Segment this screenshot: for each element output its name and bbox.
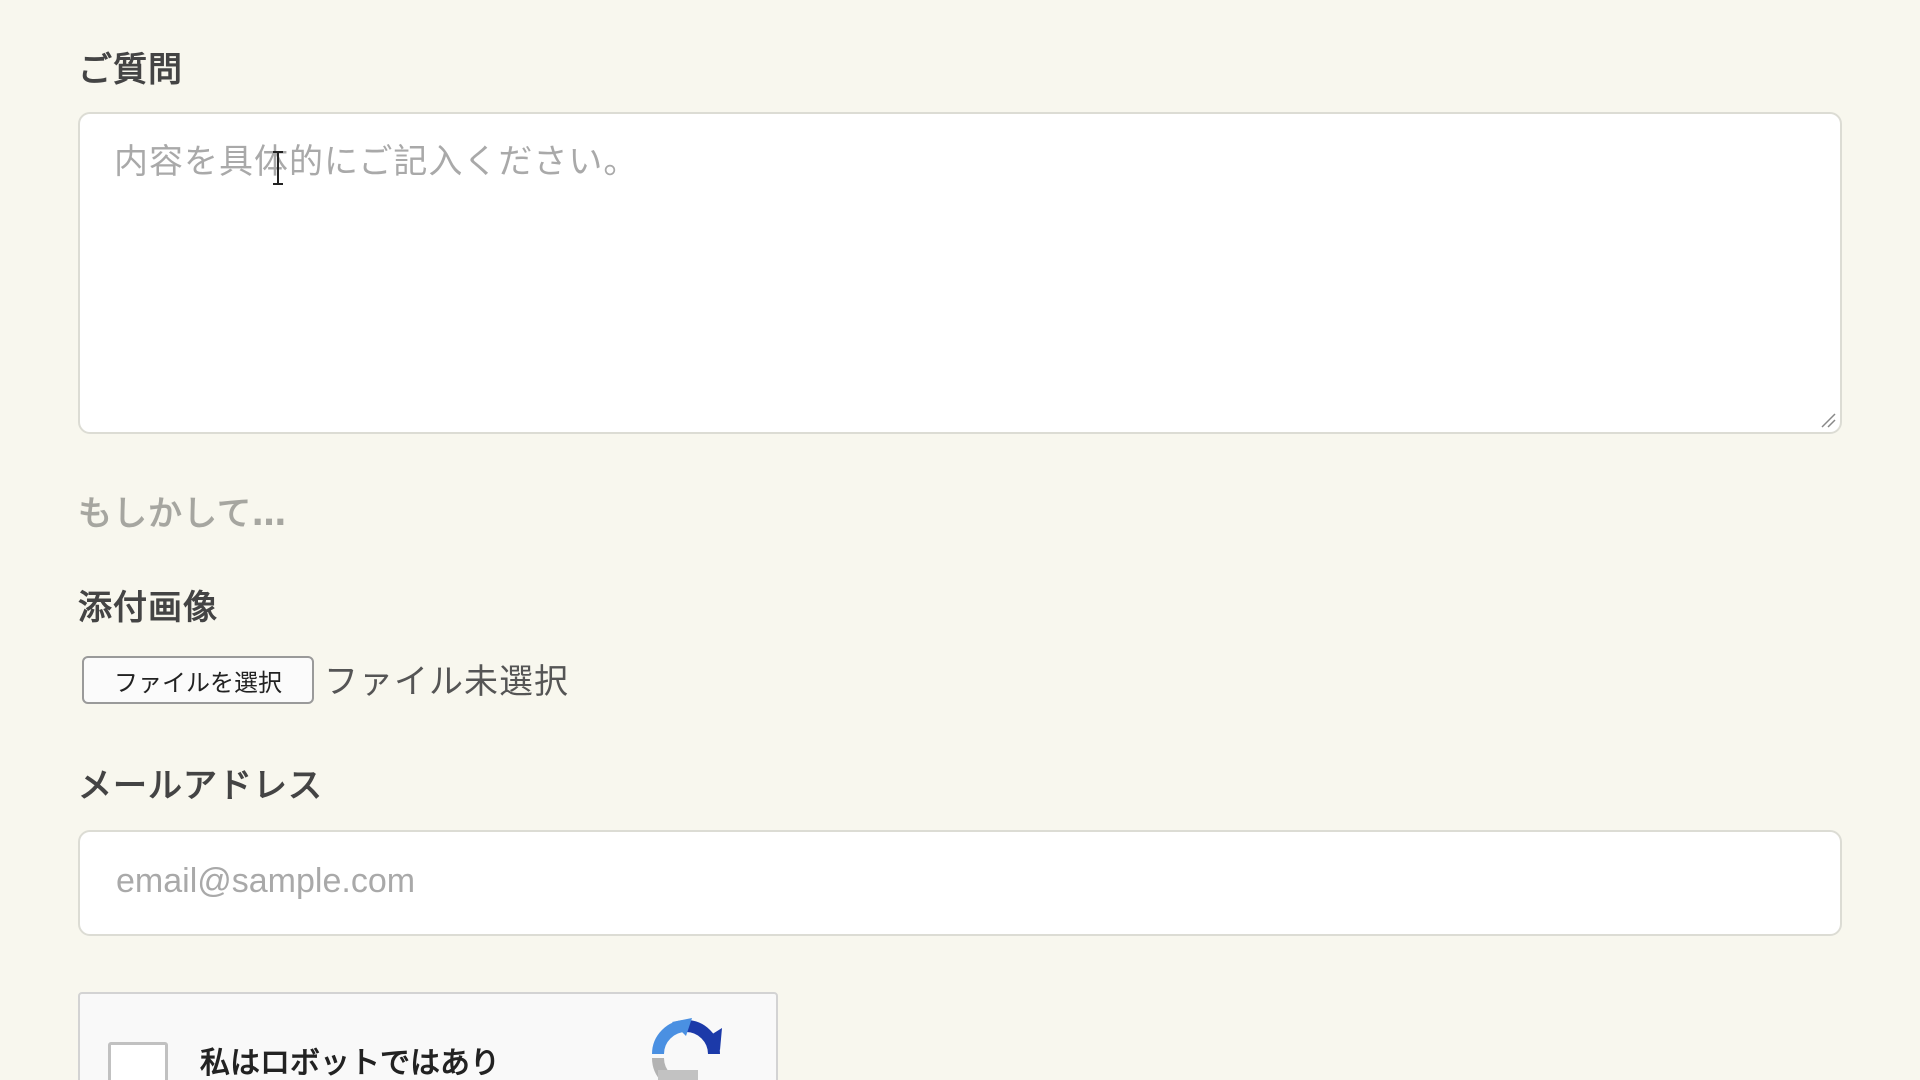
contact-form-page: ご質問 内容を具体的にご記入ください。 もしかして… 添付画像 ファイルを選択 … [0, 0, 1920, 1080]
recaptcha-label: 私はロボットではあり [200, 1046, 500, 1080]
recaptcha-checkbox[interactable] [108, 1042, 168, 1080]
text-cursor-icon [273, 151, 283, 185]
email-placeholder: email@sample.com [116, 862, 416, 900]
suggestion-text: もしかして… [78, 494, 287, 534]
choose-file-button[interactable]: ファイルを選択 [82, 656, 314, 704]
resize-handle-icon[interactable] [1820, 412, 1836, 428]
question-placeholder: 内容を具体的にご記入ください。 [114, 142, 639, 182]
question-textarea[interactable]: 内容を具体的にご記入ください。 [78, 112, 1842, 434]
question-label: ご質問 [78, 50, 183, 90]
attachment-label: 添付画像 [78, 588, 218, 628]
email-input[interactable]: email@sample.com [78, 830, 1842, 936]
recaptcha-icon [652, 1018, 722, 1080]
file-status-text: ファイル未選択 [324, 662, 569, 702]
email-label: メールアドレス [78, 766, 323, 806]
recaptcha-widget: 私はロボットではあり [78, 992, 778, 1080]
